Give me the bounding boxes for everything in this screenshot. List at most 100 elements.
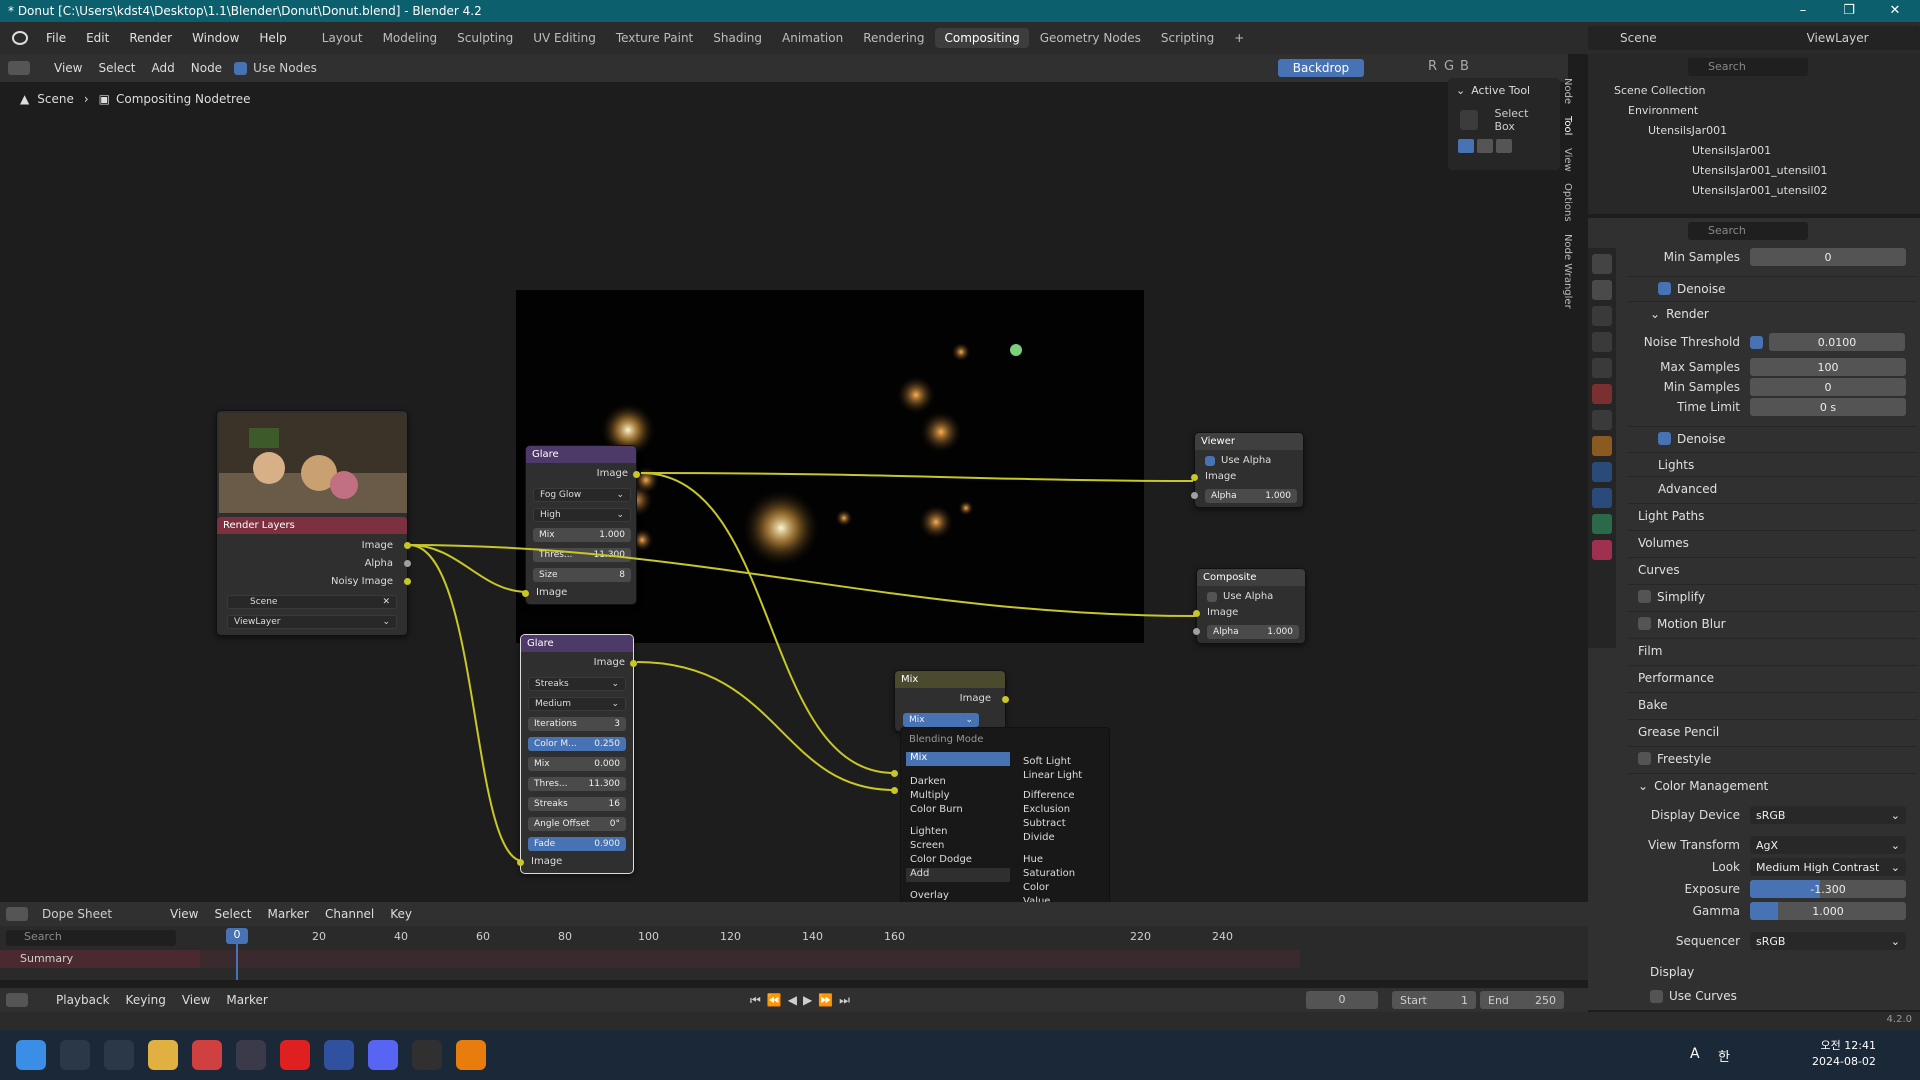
- dope-view-menu[interactable]: View: [162, 907, 206, 921]
- ime-indicator[interactable]: 한: [1718, 1046, 1730, 1065]
- lights-subsection[interactable]: Lights: [1628, 452, 1918, 476]
- blend-mix[interactable]: Mix: [906, 752, 1010, 766]
- end-frame-field[interactable]: End 250: [1480, 991, 1564, 1009]
- capcut-icon[interactable]: [324, 1040, 354, 1070]
- dope-search[interactable]: Search: [6, 930, 176, 946]
- object-tab-icon[interactable]: [1592, 436, 1612, 456]
- outliner-scene-collection[interactable]: Scene Collection: [1588, 80, 1920, 100]
- noise-threshold-field[interactable]: 0.0100: [1769, 333, 1905, 351]
- freestyle-section[interactable]: Freestyle: [1628, 746, 1918, 770]
- tab-options[interactable]: Options: [1562, 183, 1573, 222]
- select-box-icon[interactable]: [1460, 110, 1479, 130]
- bake-section[interactable]: Bake: [1628, 692, 1918, 716]
- tab-node[interactable]: Node: [1562, 78, 1573, 104]
- blend-multiply[interactable]: Multiply: [910, 790, 950, 801]
- outliner-utensils-jar[interactable]: UtensilsJar001: [1588, 140, 1920, 160]
- start-icon[interactable]: [16, 1040, 46, 1070]
- light-paths-section[interactable]: Light Paths: [1628, 503, 1918, 527]
- render-tab-icon[interactable]: [1592, 280, 1612, 300]
- select-mode-extend-icon[interactable]: [1477, 139, 1493, 153]
- dope-sheet-body[interactable]: Search Summary 0 20 40 60 80 100 120 140…: [0, 926, 1588, 980]
- media-player-icon[interactable]: [236, 1040, 266, 1070]
- blend-add[interactable]: Add: [906, 868, 1010, 882]
- minimize-icon[interactable]: –: [1780, 0, 1826, 22]
- physics-tab-icon[interactable]: [1592, 488, 1612, 508]
- output-tab-icon[interactable]: [1592, 306, 1612, 326]
- youtube-music-icon[interactable]: [280, 1040, 310, 1070]
- current-frame-field[interactable]: 0: [1306, 991, 1378, 1009]
- file-explorer-icon[interactable]: [148, 1040, 178, 1070]
- outliner-utensil02[interactable]: UtensilsJar001_utensil02: [1588, 180, 1920, 200]
- display-device-dropdown[interactable]: sRGB ⌄: [1750, 806, 1906, 824]
- scene-name[interactable]: Scene: [1620, 31, 1657, 45]
- tool-tab-icon[interactable]: [1592, 254, 1612, 274]
- display-subsection[interactable]: Display: [1628, 960, 1918, 984]
- exposure-slider[interactable]: -1.300: [1750, 880, 1906, 898]
- film-section[interactable]: Film: [1628, 638, 1918, 662]
- props-search[interactable]: Search: [1688, 222, 1808, 240]
- volumes-section[interactable]: Volumes: [1628, 530, 1918, 554]
- dope-mode-dropdown[interactable]: Dope Sheet: [42, 907, 162, 921]
- system-clock[interactable]: 오전 12:41 2024-08-02: [1812, 1038, 1876, 1070]
- denoise-section-1[interactable]: Denoise: [1628, 276, 1918, 300]
- color-management-section[interactable]: ⌄ Color Management: [1628, 773, 1918, 797]
- blend-overlay[interactable]: Overlay: [910, 890, 949, 901]
- texture-tab-icon[interactable]: [1592, 540, 1612, 560]
- restore-icon[interactable]: ❐: [1826, 0, 1872, 22]
- scene-selector[interactable]: Scene ViewLayer: [1588, 26, 1920, 50]
- view-layer-name[interactable]: ViewLayer: [1807, 31, 1869, 45]
- select-mode-subtract-icon[interactable]: [1496, 139, 1512, 153]
- min-samples-top-field[interactable]: 0: [1750, 248, 1906, 266]
- time-limit-field[interactable]: 0 s: [1750, 398, 1906, 416]
- blend-darken[interactable]: Darken: [910, 776, 946, 787]
- scene-tab-icon[interactable]: [1592, 358, 1612, 378]
- min-samples-field[interactable]: 0: [1750, 378, 1906, 396]
- dope-summary[interactable]: Summary: [0, 950, 200, 968]
- timeline-marker-menu[interactable]: Marker: [218, 993, 275, 1007]
- task-view-icon[interactable]: [104, 1040, 134, 1070]
- blend-color-burn[interactable]: Color Burn: [910, 804, 963, 815]
- blend-exclusion[interactable]: Exclusion: [1023, 804, 1070, 815]
- outliner-utensils-collection[interactable]: UtensilsJar001: [1588, 120, 1920, 140]
- look-dropdown[interactable]: Medium High Contrast ⌄: [1750, 858, 1906, 876]
- dope-editor-type-icon[interactable]: [6, 907, 28, 921]
- timeline-view-menu[interactable]: View: [174, 993, 218, 1007]
- blend-color-dodge[interactable]: Color Dodge: [910, 854, 972, 865]
- blend-divide[interactable]: Divide: [1023, 832, 1055, 843]
- dope-select-menu[interactable]: Select: [206, 907, 259, 921]
- world-tab-icon[interactable]: [1592, 384, 1612, 404]
- keying-menu[interactable]: Keying: [118, 993, 174, 1007]
- search-icon[interactable]: [60, 1040, 90, 1070]
- tab-node-wrangler[interactable]: Node Wrangler: [1562, 234, 1573, 309]
- discord-icon[interactable]: [368, 1040, 398, 1070]
- select-mode-new-icon[interactable]: [1458, 139, 1474, 153]
- data-tab-icon[interactable]: [1592, 514, 1612, 534]
- curves-section[interactable]: Curves: [1628, 557, 1918, 581]
- dope-marker-menu[interactable]: Marker: [260, 907, 317, 921]
- start-frame-field[interactable]: Start 1: [1392, 991, 1476, 1009]
- blend-saturation[interactable]: Saturation: [1023, 868, 1075, 879]
- render-subsection[interactable]: ⌄ Render: [1628, 301, 1918, 325]
- blend-screen[interactable]: Screen: [910, 840, 944, 851]
- max-samples-field[interactable]: 100: [1750, 358, 1906, 376]
- close-icon[interactable]: ✕: [1872, 0, 1918, 22]
- blend-color[interactable]: Color: [1023, 882, 1049, 893]
- playback-menu[interactable]: Playback: [48, 993, 118, 1007]
- use-curves-subsection[interactable]: Use Curves: [1628, 984, 1918, 1008]
- grease-pencil-section[interactable]: Grease Pencil: [1628, 719, 1918, 743]
- input-language[interactable]: A: [1690, 1046, 1700, 1062]
- sequencer-dropdown[interactable]: sRGB ⌄: [1750, 932, 1906, 950]
- blend-hue[interactable]: Hue: [1023, 854, 1043, 865]
- outliner-environment[interactable]: Environment: [1588, 100, 1920, 120]
- tab-tool[interactable]: Tool: [1562, 116, 1573, 135]
- denoise-section-2[interactable]: Denoise: [1628, 426, 1918, 450]
- chrome-icon[interactable]: [192, 1040, 222, 1070]
- blend-linear-light[interactable]: Linear Light: [1023, 770, 1082, 781]
- terminal-icon[interactable]: [412, 1040, 442, 1070]
- blend-soft-light[interactable]: Soft Light: [1023, 756, 1071, 767]
- outliner-search[interactable]: Search: [1688, 58, 1808, 76]
- blend-lighten[interactable]: Lighten: [910, 826, 947, 837]
- collection-tab-icon[interactable]: [1592, 410, 1612, 430]
- dope-channel-menu[interactable]: Channel: [317, 907, 382, 921]
- dope-key-menu[interactable]: Key: [382, 907, 420, 921]
